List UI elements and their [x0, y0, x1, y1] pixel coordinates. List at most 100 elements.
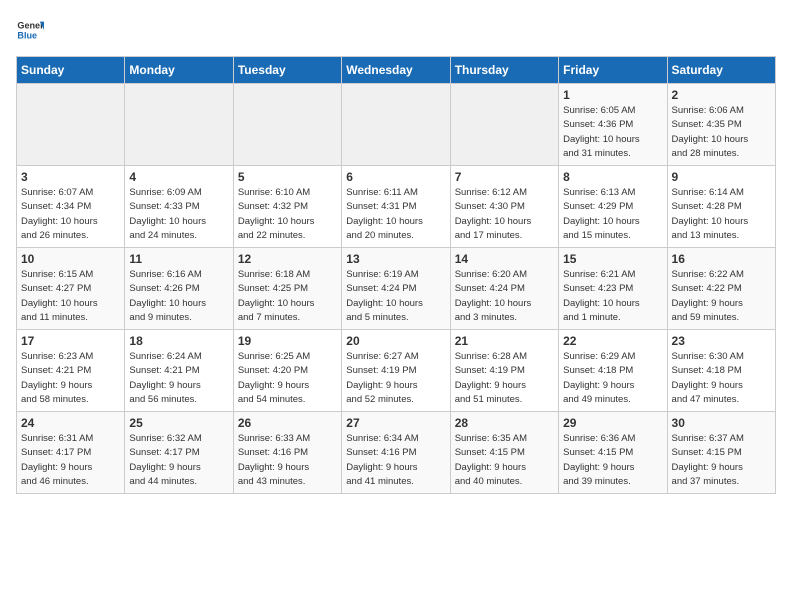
calendar-cell: 26 Sunrise: 6:33 AM Sunset: 4:16 PM Dayli…: [233, 412, 341, 494]
calendar-cell: 4 Sunrise: 6:09 AM Sunset: 4:33 PM Daylig…: [125, 166, 233, 248]
calendar-cell: 2 Sunrise: 6:06 AM Sunset: 4:35 PM Daylig…: [667, 84, 775, 166]
day-number: 24: [21, 416, 120, 430]
day-header-thursday: Thursday: [450, 57, 558, 84]
calendar-week-1: 1 Sunrise: 6:05 AM Sunset: 4:36 PM Daylig…: [17, 84, 776, 166]
calendar-cell: 7Sunrise: 6:12 AM Sunset: 4:30 PM Daylig…: [450, 166, 558, 248]
calendar-cell: 5Sunrise: 6:10 AM Sunset: 4:32 PM Daylig…: [233, 166, 341, 248]
day-info: Sunrise: 6:23 AM Sunset: 4:21 PM Dayligh…: [21, 350, 120, 407]
day-header-sunday: Sunday: [17, 57, 125, 84]
day-info: Sunrise: 6:27 AM Sunset: 4:19 PM Dayligh…: [346, 350, 445, 407]
calendar-cell: 11 Sunrise: 6:16 AM Sunset: 4:26 PM Dayli…: [125, 248, 233, 330]
day-info: Sunrise: 6:25 AM Sunset: 4:20 PM Dayligh…: [238, 350, 337, 407]
day-number: 16: [672, 252, 771, 266]
day-number: 22: [563, 334, 662, 348]
calendar-week-5: 24 Sunrise: 6:31 AM Sunset: 4:17 PM Dayli…: [17, 412, 776, 494]
day-number: 23: [672, 334, 771, 348]
day-number: 12: [238, 252, 337, 266]
calendar-cell: 6Sunrise: 6:11 AM Sunset: 4:31 PM Daylig…: [342, 166, 450, 248]
day-info: Sunrise: 6:15 AM Sunset: 4:27 PM Dayligh…: [21, 268, 120, 325]
day-info: Sunrise: 6:28 AM Sunset: 4:19 PM Dayligh…: [455, 350, 554, 407]
day-info: Sunrise: 6:31 AM Sunset: 4:17 PM Dayligh…: [21, 432, 120, 489]
calendar-cell: 17 Sunrise: 6:23 AM Sunset: 4:21 PM Dayli…: [17, 330, 125, 412]
calendar-cell: [17, 84, 125, 166]
day-info: Sunrise: 6:24 AM Sunset: 4:21 PM Dayligh…: [129, 350, 228, 407]
day-number: 29: [563, 416, 662, 430]
calendar-cell: 16 Sunrise: 6:22 AM Sunset: 4:22 PM Dayli…: [667, 248, 775, 330]
calendar-cell: [125, 84, 233, 166]
day-info: Sunrise: 6:13 AM Sunset: 4:29 PM Dayligh…: [563, 186, 662, 243]
logo-icon: General Blue: [16, 16, 44, 44]
calendar-cell: 23 Sunrise: 6:30 AM Sunset: 4:18 PM Dayli…: [667, 330, 775, 412]
calendar-cell: 15 Sunrise: 6:21 AM Sunset: 4:23 PM Dayli…: [559, 248, 667, 330]
day-header-tuesday: Tuesday: [233, 57, 341, 84]
day-info: Sunrise: 6:34 AM Sunset: 4:16 PM Dayligh…: [346, 432, 445, 489]
day-number: 25: [129, 416, 228, 430]
day-number: 8: [563, 170, 662, 184]
day-number: 30: [672, 416, 771, 430]
day-info: Sunrise: 6:21 AM Sunset: 4:23 PM Dayligh…: [563, 268, 662, 325]
day-number: 27: [346, 416, 445, 430]
calendar-cell: 22 Sunrise: 6:29 AM Sunset: 4:18 PM Dayli…: [559, 330, 667, 412]
day-info: Sunrise: 6:07 AM Sunset: 4:34 PM Dayligh…: [21, 186, 120, 243]
calendar-week-2: 3Sunrise: 6:07 AM Sunset: 4:34 PM Daylig…: [17, 166, 776, 248]
calendar-cell: 3Sunrise: 6:07 AM Sunset: 4:34 PM Daylig…: [17, 166, 125, 248]
calendar-cell: 19 Sunrise: 6:25 AM Sunset: 4:20 PM Dayli…: [233, 330, 341, 412]
calendar-cell: 8 Sunrise: 6:13 AM Sunset: 4:29 PM Daylig…: [559, 166, 667, 248]
calendar-cell: 28Sunrise: 6:35 AM Sunset: 4:15 PM Dayli…: [450, 412, 558, 494]
calendar-cell: 20 Sunrise: 6:27 AM Sunset: 4:19 PM Dayli…: [342, 330, 450, 412]
day-number: 13: [346, 252, 445, 266]
calendar-table: SundayMondayTuesdayWednesdayThursdayFrid…: [16, 56, 776, 494]
day-number: 17: [21, 334, 120, 348]
day-number: 11: [129, 252, 228, 266]
day-number: 15: [563, 252, 662, 266]
calendar-week-3: 10 Sunrise: 6:15 AM Sunset: 4:27 PM Dayli…: [17, 248, 776, 330]
day-info: Sunrise: 6:22 AM Sunset: 4:22 PM Dayligh…: [672, 268, 771, 325]
day-header-wednesday: Wednesday: [342, 57, 450, 84]
day-number: 9: [672, 170, 771, 184]
calendar-cell: 30 Sunrise: 6:37 AM Sunset: 4:15 PM Dayli…: [667, 412, 775, 494]
day-number: 4: [129, 170, 228, 184]
day-number: 21: [455, 334, 554, 348]
day-info: Sunrise: 6:18 AM Sunset: 4:25 PM Dayligh…: [238, 268, 337, 325]
calendar-cell: 24 Sunrise: 6:31 AM Sunset: 4:17 PM Dayli…: [17, 412, 125, 494]
calendar-cell: 13 Sunrise: 6:19 AM Sunset: 4:24 PM Dayli…: [342, 248, 450, 330]
calendar-cell: [233, 84, 341, 166]
calendar-cell: [450, 84, 558, 166]
calendar-cell: 29 Sunrise: 6:36 AM Sunset: 4:15 PM Dayli…: [559, 412, 667, 494]
day-number: 20: [346, 334, 445, 348]
day-info: Sunrise: 6:06 AM Sunset: 4:35 PM Dayligh…: [672, 104, 771, 161]
calendar-cell: 25 Sunrise: 6:32 AM Sunset: 4:17 PM Dayli…: [125, 412, 233, 494]
day-header-monday: Monday: [125, 57, 233, 84]
day-number: 19: [238, 334, 337, 348]
day-header-saturday: Saturday: [667, 57, 775, 84]
day-info: Sunrise: 6:36 AM Sunset: 4:15 PM Dayligh…: [563, 432, 662, 489]
calendar-cell: 9Sunrise: 6:14 AM Sunset: 4:28 PM Daylig…: [667, 166, 775, 248]
day-info: Sunrise: 6:05 AM Sunset: 4:36 PM Dayligh…: [563, 104, 662, 161]
day-info: Sunrise: 6:33 AM Sunset: 4:16 PM Dayligh…: [238, 432, 337, 489]
day-info: Sunrise: 6:37 AM Sunset: 4:15 PM Dayligh…: [672, 432, 771, 489]
calendar-cell: 1 Sunrise: 6:05 AM Sunset: 4:36 PM Daylig…: [559, 84, 667, 166]
day-number: 26: [238, 416, 337, 430]
day-info: Sunrise: 6:29 AM Sunset: 4:18 PM Dayligh…: [563, 350, 662, 407]
day-info: Sunrise: 6:09 AM Sunset: 4:33 PM Dayligh…: [129, 186, 228, 243]
page-header: General Blue: [16, 16, 776, 44]
calendar-cell: [342, 84, 450, 166]
day-number: 6: [346, 170, 445, 184]
day-info: Sunrise: 6:16 AM Sunset: 4:26 PM Dayligh…: [129, 268, 228, 325]
logo: General Blue: [16, 16, 44, 44]
day-info: Sunrise: 6:32 AM Sunset: 4:17 PM Dayligh…: [129, 432, 228, 489]
svg-text:Blue: Blue: [17, 30, 37, 40]
day-info: Sunrise: 6:19 AM Sunset: 4:24 PM Dayligh…: [346, 268, 445, 325]
day-info: Sunrise: 6:30 AM Sunset: 4:18 PM Dayligh…: [672, 350, 771, 407]
day-number: 18: [129, 334, 228, 348]
day-header-friday: Friday: [559, 57, 667, 84]
calendar-cell: 14Sunrise: 6:20 AM Sunset: 4:24 PM Dayli…: [450, 248, 558, 330]
day-number: 1: [563, 88, 662, 102]
calendar-cell: 27 Sunrise: 6:34 AM Sunset: 4:16 PM Dayli…: [342, 412, 450, 494]
calendar-cell: 10 Sunrise: 6:15 AM Sunset: 4:27 PM Dayli…: [17, 248, 125, 330]
calendar-cell: 21 Sunrise: 6:28 AM Sunset: 4:19 PM Dayli…: [450, 330, 558, 412]
day-info: Sunrise: 6:20 AM Sunset: 4:24 PM Dayligh…: [455, 268, 554, 325]
day-number: 2: [672, 88, 771, 102]
day-info: Sunrise: 6:12 AM Sunset: 4:30 PM Dayligh…: [455, 186, 554, 243]
day-number: 10: [21, 252, 120, 266]
